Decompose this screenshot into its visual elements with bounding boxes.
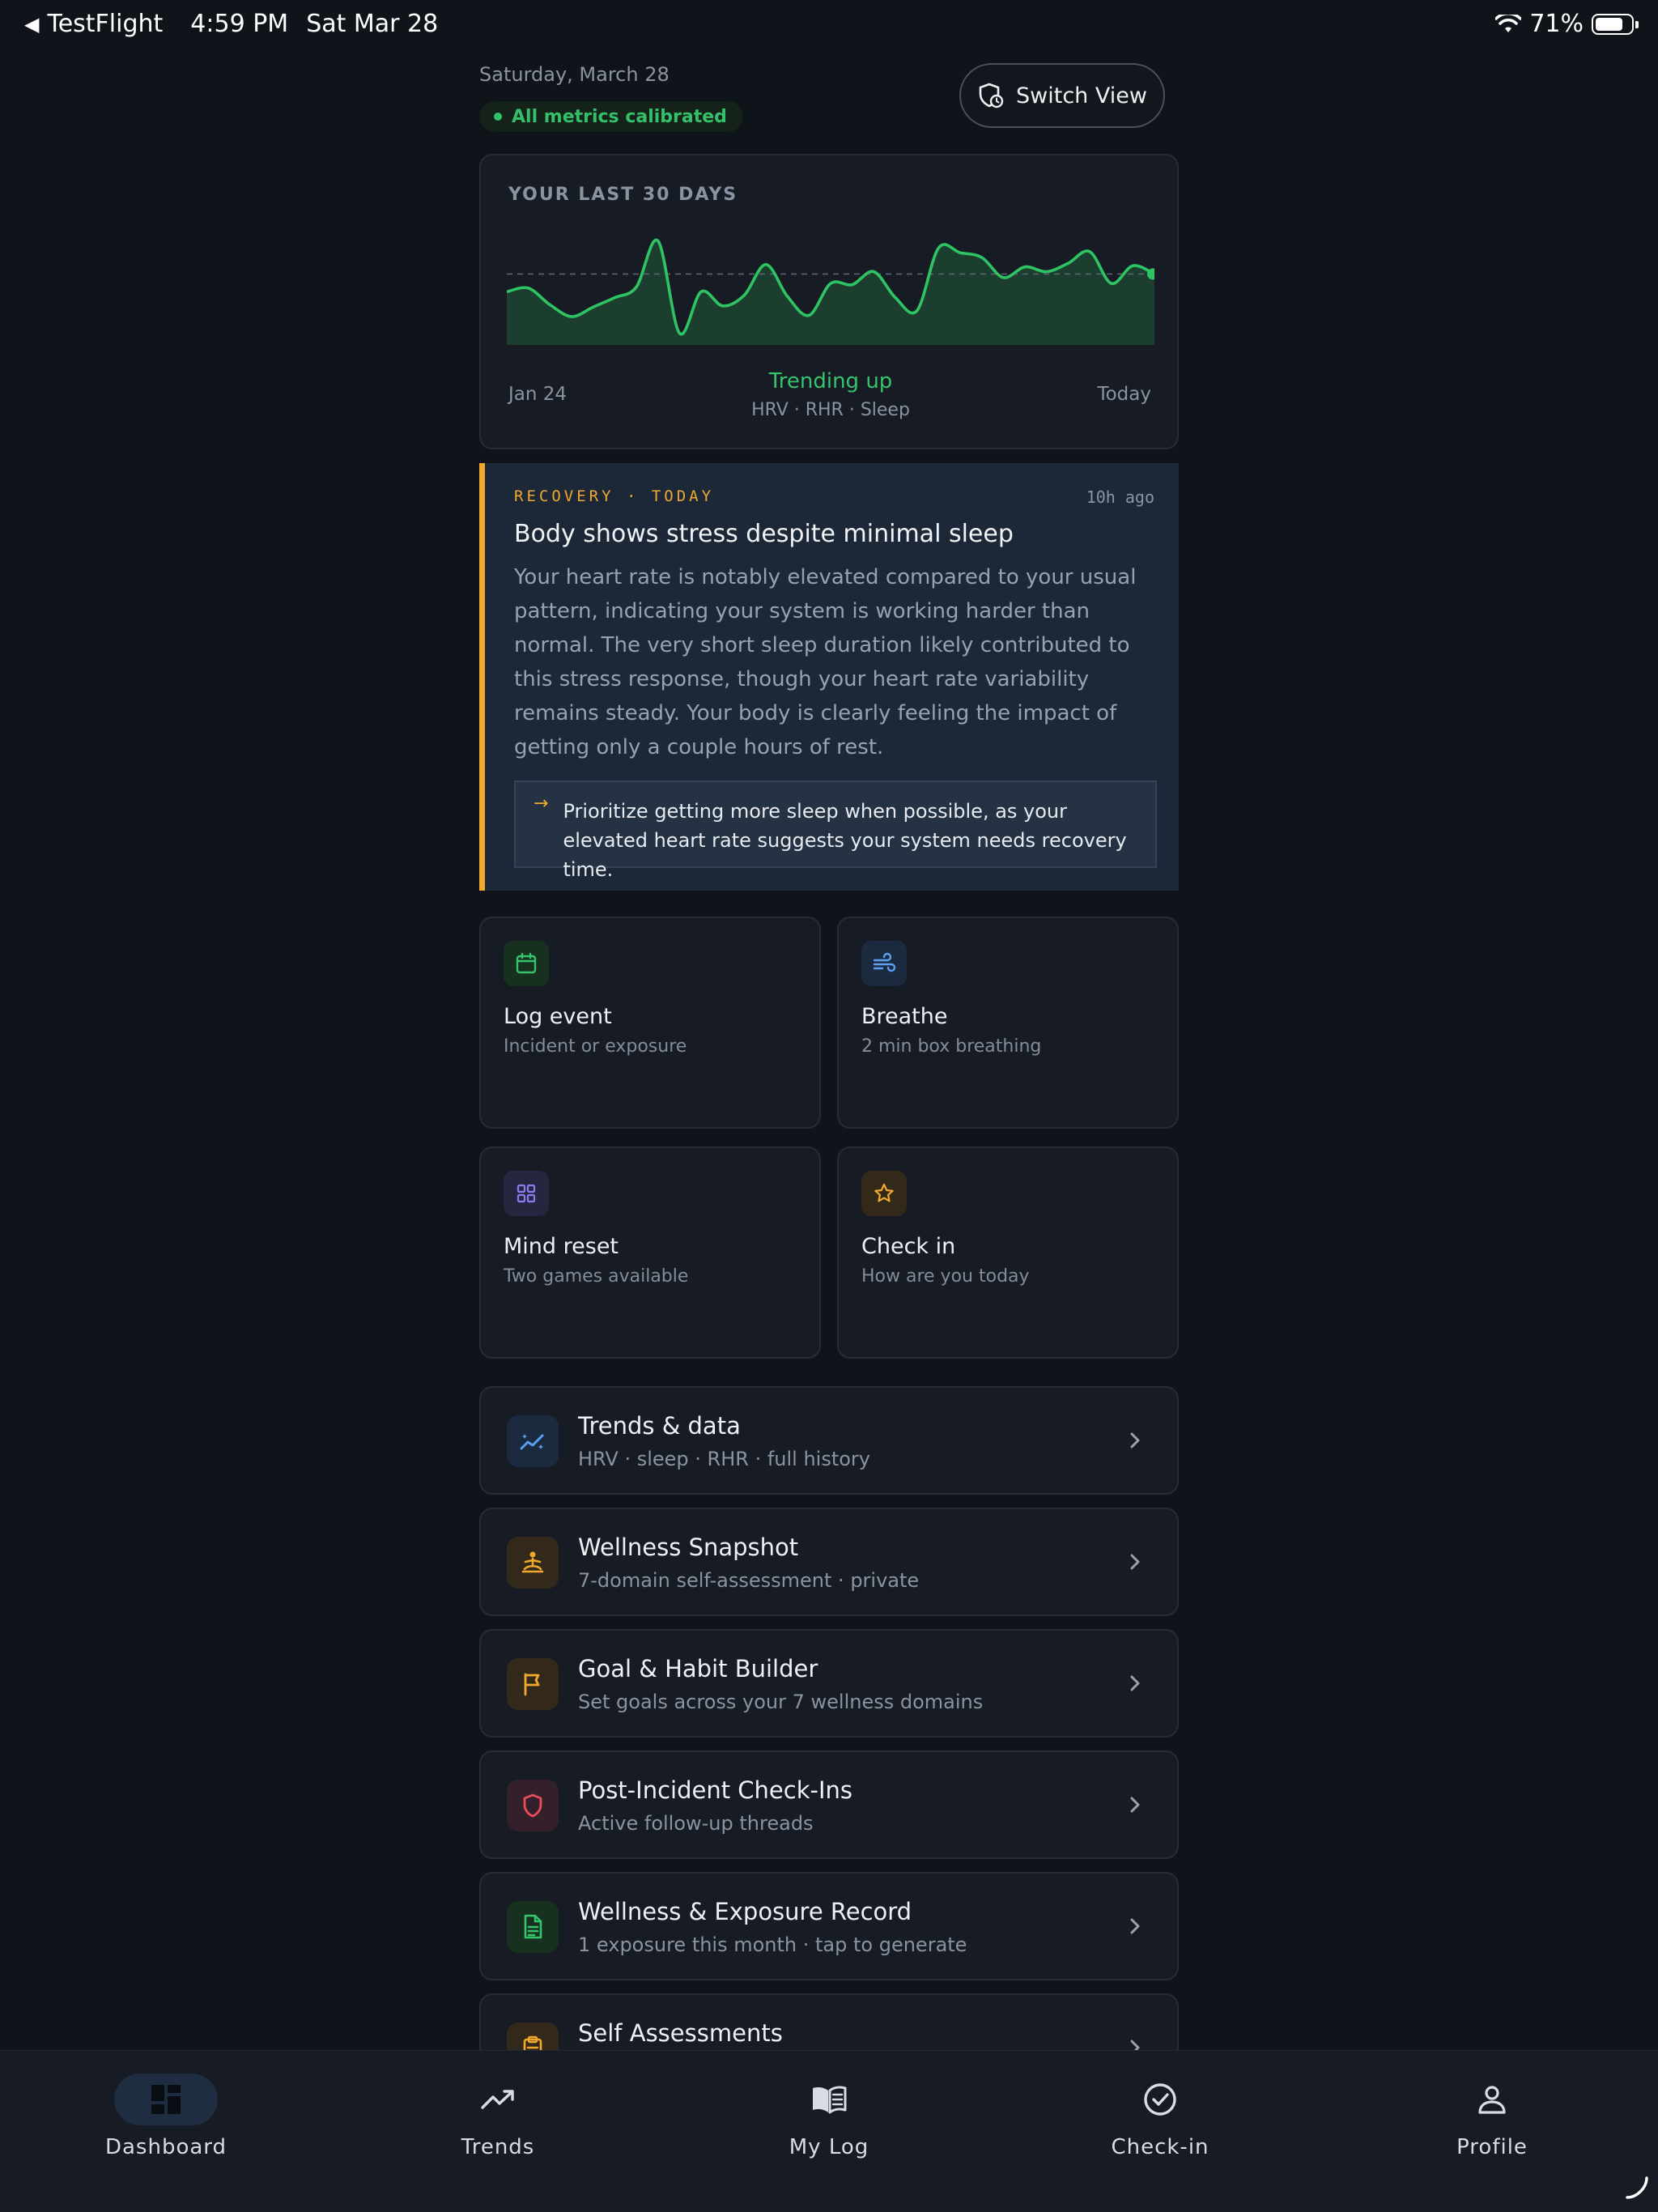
- tab-bar: Dashboard Trends My Log Check-in Profile: [0, 2050, 1658, 2212]
- meditation-icon: [507, 1537, 559, 1589]
- chevron-right-icon: [1130, 1432, 1140, 1448]
- status-time: 4:59 PM: [190, 10, 289, 38]
- chart-metrics-label: HRV · RHR · Sleep: [751, 400, 910, 420]
- chevron-right-icon: [1130, 1797, 1140, 1813]
- calibration-badge: All metrics calibrated: [479, 101, 743, 132]
- status-bar: ◀ TestFlight 4:59 PM Sat Mar 28 71%: [0, 0, 1658, 52]
- wind-icon: [861, 941, 907, 986]
- row-trends-data[interactable]: Trends & data HRV · sleep · RHR · full h…: [479, 1386, 1179, 1495]
- tab-my-log[interactable]: My Log: [732, 2074, 926, 2159]
- status-dot-icon: [494, 113, 502, 121]
- insight-kicker: RECOVERY · TODAY: [514, 487, 715, 505]
- insight-body: Your heart rate is notably elevated comp…: [514, 565, 1137, 759]
- recovery-insight-card[interactable]: RECOVERY · TODAY 10h ago Body shows stre…: [479, 463, 1179, 891]
- status-bar-right: 71%: [1495, 10, 1639, 38]
- row-subtitle: HRV · sleep · RHR · full history: [578, 1448, 870, 1470]
- tile-title: Breathe: [861, 1004, 948, 1029]
- tile-subtitle: 2 min box breathing: [861, 1036, 1042, 1057]
- status-bar-left: ◀ TestFlight 4:59 PM Sat Mar 28: [24, 10, 438, 38]
- document-icon: [507, 1901, 559, 1953]
- chart-kicker: YOUR LAST 30 DAYS: [508, 185, 738, 205]
- switch-view-label: Switch View: [1016, 83, 1147, 108]
- row-wellness-exposure-record[interactable]: Wellness & Exposure Record 1 exposure th…: [479, 1872, 1179, 1980]
- row-wellness-snapshot[interactable]: Wellness Snapshot 7-domain self-assessme…: [479, 1508, 1179, 1616]
- row-subtitle: 7-domain self-assessment · private: [578, 1569, 920, 1592]
- tab-label: Trends: [461, 2135, 535, 2159]
- chevron-right-icon: [1130, 1554, 1140, 1570]
- back-app-label[interactable]: TestFlight: [47, 10, 163, 38]
- grid-icon: [504, 1171, 549, 1216]
- star-icon: [861, 1171, 907, 1216]
- tab-trends[interactable]: Trends: [401, 2074, 595, 2159]
- row-title: Trends & data: [578, 1412, 741, 1440]
- chevron-right-icon: [1130, 1675, 1140, 1691]
- tab-label: Check-in: [1111, 2135, 1209, 2159]
- tile-subtitle: Two games available: [504, 1266, 689, 1287]
- row-title: Self Assessments: [578, 2019, 783, 2047]
- dashboard-icon: [114, 2074, 218, 2125]
- chart-end-label: Today: [1097, 384, 1151, 405]
- calendar-icon: [504, 941, 549, 986]
- tab-dashboard[interactable]: Dashboard: [69, 2074, 263, 2159]
- row-goal-habit-builder[interactable]: Goal & Habit Builder Set goals across yo…: [479, 1629, 1179, 1738]
- tile-mind-reset[interactable]: Mind reset Two games available: [479, 1146, 821, 1359]
- trend-sparkle-icon: [507, 1415, 559, 1467]
- switch-view-button[interactable]: Switch View: [959, 63, 1165, 128]
- book-icon: [777, 2074, 881, 2125]
- tab-check-in[interactable]: Check-in: [1063, 2074, 1257, 2159]
- chart-trend-label: Trending up: [768, 369, 893, 393]
- row-subtitle: 1 exposure this month · tap to generate: [578, 1933, 967, 1956]
- wifi-icon: [1495, 14, 1522, 32]
- row-title: Goal & Habit Builder: [578, 1655, 818, 1682]
- row-subtitle: Set goals across your 7 wellness domains: [578, 1691, 984, 1713]
- back-to-app-icon[interactable]: ◀: [24, 13, 39, 36]
- tile-title: Check in: [861, 1234, 956, 1259]
- tab-label: Dashboard: [104, 2135, 227, 2159]
- row-title: Post-Incident Check-Ins: [578, 1776, 853, 1804]
- trend-chart: [507, 238, 1154, 345]
- tile-title: Log event: [504, 1004, 612, 1029]
- tab-label: Profile: [1456, 2135, 1528, 2159]
- row-title: Wellness Snapshot: [578, 1534, 799, 1561]
- insight-time-ago: 10h ago: [1086, 487, 1154, 507]
- row-title: Wellness & Exposure Record: [578, 1898, 912, 1925]
- corner-indicator-icon: [1626, 2176, 1648, 2199]
- status-date: Sat Mar 28: [306, 10, 439, 38]
- chart-area-fill: [507, 240, 1154, 345]
- trend-chart-card[interactable]: YOUR LAST 30 DAYS Jan 24 Trending up HRV…: [479, 154, 1179, 449]
- battery-icon: [1592, 13, 1639, 35]
- tab-profile[interactable]: Profile: [1395, 2074, 1589, 2159]
- shield-clock-icon: [979, 83, 1004, 108]
- tile-title: Mind reset: [504, 1234, 619, 1259]
- check-circle-icon: [1108, 2074, 1212, 2125]
- arrow-right-icon: →: [534, 793, 549, 814]
- shield-icon: [507, 1780, 559, 1831]
- battery-percent: 71%: [1529, 10, 1584, 38]
- insight-action-text: Prioritize getting more sleep when possi…: [563, 800, 1127, 881]
- chevron-right-icon: [1130, 1918, 1140, 1934]
- tile-check-in[interactable]: Check in How are you today: [837, 1146, 1179, 1359]
- tile-log-event[interactable]: Log event Incident or exposure: [479, 917, 821, 1129]
- tile-breathe[interactable]: Breathe 2 min box breathing: [837, 917, 1179, 1129]
- insight-action: → Prioritize getting more sleep when pos…: [514, 781, 1157, 881]
- tile-subtitle: How are you today: [861, 1266, 1030, 1287]
- insight-title: Body shows stress despite minimal sleep: [514, 520, 1014, 548]
- trending-icon: [446, 2074, 550, 2125]
- tile-subtitle: Incident or exposure: [504, 1036, 687, 1057]
- calibration-badge-label: All metrics calibrated: [512, 106, 727, 127]
- dashboard-screen: ◀ TestFlight 4:59 PM Sat Mar 28 71% Satu…: [0, 0, 1658, 2212]
- flag-icon: [507, 1658, 559, 1710]
- person-icon: [1440, 2074, 1544, 2125]
- row-post-incident-check-ins[interactable]: Post-Incident Check-Ins Active follow-up…: [479, 1750, 1179, 1859]
- tab-label: My Log: [789, 2135, 869, 2159]
- row-subtitle: Active follow-up threads: [578, 1812, 814, 1835]
